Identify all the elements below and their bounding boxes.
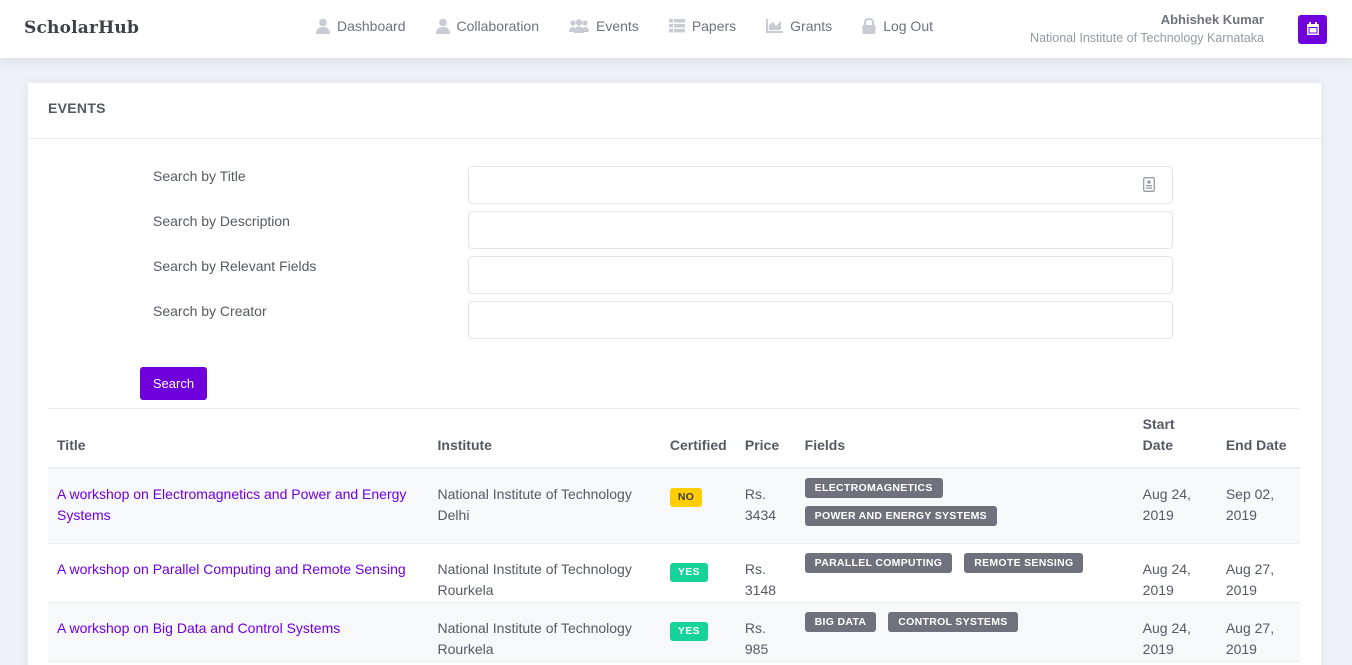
cell-certified: YES bbox=[660, 543, 736, 603]
cell-start-date: Aug 24, 2019 bbox=[1133, 543, 1217, 603]
col-header-institute[interactable]: Institute bbox=[429, 409, 661, 468]
table-row: A workshop on Parallel Computing and Rem… bbox=[48, 543, 1300, 603]
search-title-row: Search by Title bbox=[28, 166, 1321, 204]
calendar-icon bbox=[1306, 21, 1319, 38]
user-name: Abhishek Kumar bbox=[1160, 12, 1264, 27]
nav-label: Collaboration bbox=[456, 18, 540, 34]
search-creator-row: Search by Creator bbox=[28, 301, 1321, 339]
calendar-button[interactable] bbox=[1298, 15, 1327, 44]
col-header-end-date[interactable]: End Date bbox=[1217, 409, 1300, 468]
cell-certified: NO bbox=[660, 467, 736, 544]
user-icon bbox=[435, 18, 450, 34]
event-title-link[interactable]: A workshop on Big Data and Control Syste… bbox=[57, 620, 340, 636]
cell-end-date: Sep 02, 2019 bbox=[1216, 467, 1300, 544]
certified-badge: YES bbox=[669, 563, 708, 582]
user-institute: National Institute of Technology Karnata… bbox=[1030, 31, 1264, 45]
top-navbar: ScholarHub Dashboard Collaboration Event… bbox=[0, 0, 1352, 58]
nav-item-logout[interactable]: Log Out bbox=[862, 18, 933, 34]
main-nav: Dashboard Collaboration Events Papers Gr… bbox=[316, 18, 963, 34]
cell-fields: BIG DATA CONTROL SYSTEMS bbox=[795, 602, 1134, 662]
user-icon bbox=[316, 18, 330, 34]
search-description-row: Search by Description bbox=[28, 211, 1321, 249]
search-creator-label: Search by Creator bbox=[153, 303, 267, 319]
cell-price: Rs. 985 bbox=[735, 602, 796, 662]
cell-start-date: Aug 24, 2019 bbox=[1133, 467, 1217, 544]
certified-badge: NO bbox=[669, 487, 703, 507]
cell-institute: National Institute of Technology Delhi bbox=[428, 467, 661, 544]
cell-title: A workshop on Electromagnetics and Power… bbox=[48, 467, 429, 544]
col-header-certified[interactable]: Certified bbox=[661, 409, 736, 468]
field-chip: POWER AND ENERGY SYSTEMS bbox=[804, 505, 997, 526]
chart-icon bbox=[766, 19, 784, 33]
search-fields-label: Search by Relevant Fields bbox=[153, 258, 317, 274]
autofill-icon[interactable] bbox=[1143, 177, 1155, 195]
cell-title: A workshop on Big Data and Control Syste… bbox=[48, 602, 429, 662]
search-title-label: Search by Title bbox=[153, 168, 246, 184]
cell-fields: PARALLEL COMPUTING REMOTE SENSING bbox=[795, 543, 1134, 603]
search-button[interactable]: Search bbox=[140, 367, 207, 400]
nav-item-collaboration[interactable]: Collaboration bbox=[435, 18, 540, 34]
field-chips: BIG DATA CONTROL SYSTEMS bbox=[804, 612, 1125, 640]
field-chip: PARALLEL COMPUTING bbox=[804, 553, 953, 573]
brand-logo[interactable]: ScholarHub bbox=[24, 18, 139, 38]
search-title-input[interactable] bbox=[468, 166, 1173, 204]
field-chip: BIG DATA bbox=[804, 612, 877, 632]
event-title-link[interactable]: A workshop on Parallel Computing and Rem… bbox=[57, 561, 406, 577]
table-row: A workshop on Big Data and Control Syste… bbox=[48, 602, 1300, 662]
lock-icon bbox=[862, 18, 876, 34]
nav-label: Papers bbox=[691, 18, 737, 34]
cell-price: Rs. 3148 bbox=[735, 543, 796, 603]
cell-start-date: Aug 24, 2019 bbox=[1133, 602, 1217, 662]
cell-end-date: Aug 27, 2019 bbox=[1216, 602, 1300, 662]
list-icon bbox=[668, 19, 685, 33]
col-header-start-line1: Start bbox=[1142, 415, 1175, 432]
cell-certified: YES bbox=[660, 602, 736, 662]
events-card: EVENTS Search by Title Search by Descrip… bbox=[28, 83, 1321, 665]
nav-label: Log Out bbox=[883, 18, 934, 34]
col-header-fields[interactable]: Fields bbox=[796, 409, 1134, 468]
page-title: EVENTS bbox=[48, 100, 106, 116]
events-table: Title Institute Certified Price Fields S… bbox=[48, 408, 1300, 662]
col-header-price[interactable]: Price bbox=[736, 409, 796, 468]
certified-badge: YES bbox=[669, 622, 708, 641]
col-header-title[interactable]: Title bbox=[48, 409, 429, 468]
search-description-input[interactable] bbox=[468, 211, 1173, 249]
field-chips: PARALLEL COMPUTING REMOTE SENSING bbox=[804, 553, 1125, 581]
card-header: EVENTS bbox=[28, 83, 1321, 139]
search-creator-input[interactable] bbox=[468, 301, 1173, 339]
col-header-start-line2: Date bbox=[1142, 436, 1174, 453]
nav-item-dashboard[interactable]: Dashboard bbox=[316, 18, 406, 34]
user-info[interactable]: Abhishek Kumar National Institute of Tec… bbox=[1030, 12, 1264, 45]
cell-fields: ELECTROMAGNETICS POWER AND ENERGY SYSTEM… bbox=[795, 467, 1134, 544]
nav-label: Grants bbox=[790, 18, 833, 34]
cell-institute: National Institute of Technology Rourkel… bbox=[428, 543, 661, 603]
nav-label: Events bbox=[596, 18, 639, 34]
search-fields-input[interactable] bbox=[468, 256, 1173, 294]
cell-price: Rs. 3434 bbox=[735, 467, 796, 544]
table-header-row: Title Institute Certified Price Fields S… bbox=[48, 408, 1300, 468]
nav-item-events[interactable]: Events bbox=[569, 18, 639, 34]
col-header-start-date[interactable]: Start Date bbox=[1134, 409, 1217, 468]
cell-institute: National Institute of Technology Rourkel… bbox=[428, 602, 661, 662]
table-row: A workshop on Electromagnetics and Power… bbox=[48, 467, 1300, 544]
event-title-link[interactable]: A workshop on Electromagnetics and Power… bbox=[57, 486, 406, 523]
cell-end-date: Aug 27, 2019 bbox=[1216, 543, 1300, 603]
nav-item-grants[interactable]: Grants bbox=[766, 18, 832, 34]
nav-item-papers[interactable]: Papers bbox=[668, 18, 737, 34]
search-description-label: Search by Description bbox=[153, 213, 290, 229]
users-icon bbox=[569, 19, 589, 33]
nav-label: Dashboard bbox=[337, 18, 406, 34]
field-chip: CONTROL SYSTEMS bbox=[888, 612, 1018, 632]
field-chips: ELECTROMAGNETICS POWER AND ENERGY SYSTEM… bbox=[804, 477, 1125, 534]
field-chip: ELECTROMAGNETICS bbox=[804, 477, 943, 498]
cell-title: A workshop on Parallel Computing and Rem… bbox=[48, 543, 429, 603]
field-chip: REMOTE SENSING bbox=[964, 553, 1084, 573]
search-fields-row: Search by Relevant Fields bbox=[28, 256, 1321, 294]
